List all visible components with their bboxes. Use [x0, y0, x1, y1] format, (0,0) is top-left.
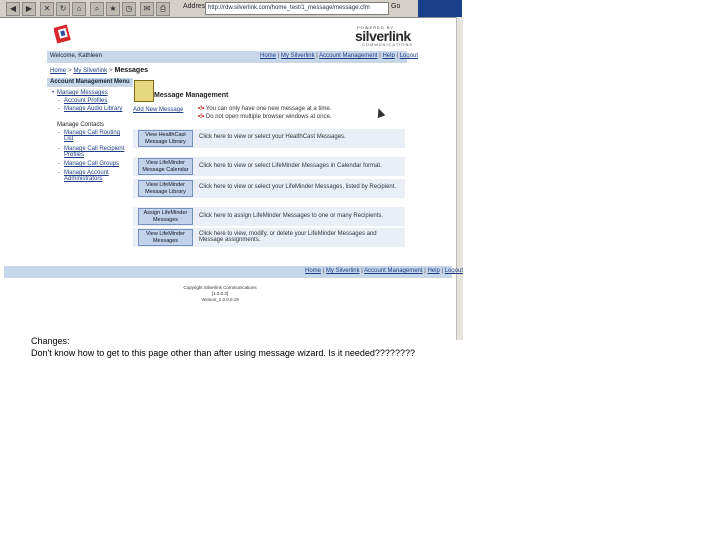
nav-help[interactable]: Help [382, 53, 394, 59]
nav-separator: | [316, 53, 318, 59]
build-number: [1.0.0.3] [211, 291, 229, 296]
sidebar-bullet: - [58, 98, 60, 104]
go-button[interactable]: Go [391, 3, 400, 10]
welcome-text: Welcome, Kathleen [50, 53, 102, 59]
copyright-text: Copyright Silverlink Communications [183, 285, 257, 290]
warning-note: •!• You can only have one new message at… [198, 106, 331, 112]
sidebar-item-call-recipients[interactable]: Manage Call Recipient Profiles [64, 146, 130, 158]
favorites-icon[interactable]: ★ [106, 2, 120, 16]
vertical-scrollbar[interactable] [456, 17, 463, 340]
warning-bullet-icon: •!• [198, 114, 206, 120]
sidebar-heading-contacts: Manage Contacts [57, 122, 105, 128]
row-description: Click here to view or select your LifeMi… [199, 184, 397, 190]
history-icon[interactable]: ◷ [122, 2, 136, 16]
message-folder-icon [134, 80, 154, 102]
breadcrumb-separator: > [109, 68, 113, 74]
footer-nav: Home | My Silverlink | Account Managemen… [305, 268, 463, 274]
nav-separator: | [379, 53, 381, 59]
sidebar-item-account-profiles[interactable]: Account Profiles [64, 98, 107, 104]
sidebar-item-call-routing[interactable]: Manage Call Routing List [64, 130, 130, 142]
nav-account-management[interactable]: Account Management [319, 53, 377, 59]
nav-separator: | [396, 53, 399, 59]
mouse-cursor-icon [374, 106, 386, 119]
footer-nav-my-silverlink[interactable]: My Silverlink [326, 268, 360, 274]
nav-separator: | [441, 268, 444, 274]
breadcrumb-home[interactable]: Home [50, 68, 66, 74]
nav-separator: | [361, 268, 363, 274]
footer-nav-logout[interactable]: Logout [445, 268, 463, 274]
footer-nav-home[interactable]: Home [305, 268, 321, 274]
sidebar-bullet: - [58, 170, 60, 176]
brand-subtitle: COMMUNICATIONS [362, 42, 414, 47]
row-description: Click here to view or select LifeMinder … [199, 163, 382, 169]
sidebar-item-administrators[interactable]: Manage Account Administrators [64, 170, 130, 182]
note-text: Do not open multiple browser windows at … [205, 114, 332, 120]
footer-nav-help[interactable]: Help [427, 268, 439, 274]
changes-note: Don't know how to get to this page other… [31, 348, 415, 358]
view-lifeminder-messages-button[interactable]: View LifeMinder Messages [138, 229, 193, 246]
sidebar-item-call-groups[interactable]: Manage Call Groups [64, 161, 119, 167]
search-icon[interactable]: ⌕ [90, 2, 104, 16]
stop-icon[interactable]: ✕ [40, 2, 54, 16]
row-description: Click here to view or select your Health… [199, 134, 346, 140]
nav-separator: | [424, 268, 426, 274]
company-logo [54, 24, 71, 44]
sidebar-bullet: - [58, 106, 60, 112]
breadcrumb-current: Messages [114, 67, 148, 74]
row-description: Click here to view, modify, or delete yo… [199, 231, 377, 243]
version-text: Version_1.0.0.0.19 [201, 297, 239, 302]
row-description: Click here to assign LifeMinder Messages… [199, 213, 384, 219]
view-lifeminder-library-button[interactable]: View LifeMinder Message Library [138, 180, 193, 197]
sidebar-bullet: • [52, 90, 55, 96]
nav-separator: | [322, 268, 325, 274]
sidebar-title: Account Management Menu [47, 78, 133, 87]
browser-toolbar: ◀ ▶ ✕ ↻ ⌂ ⌕ ★ ◷ ✉ ⎙ Address http://rdw.s… [0, 0, 462, 18]
view-healthcast-library-button[interactable]: View HealthCast Message Library [138, 130, 193, 147]
mail-icon[interactable]: ✉ [140, 2, 154, 16]
changes-label: Changes: [31, 336, 70, 346]
nav-my-silverlink[interactable]: My Silverlink [281, 53, 315, 59]
warning-bullet-icon: •!• [198, 106, 206, 112]
home-icon[interactable]: ⌂ [72, 2, 86, 16]
breadcrumb-my-silverlink[interactable]: My Silverlink [73, 68, 107, 74]
address-input[interactable]: http://rdw.silverlink.com/home_test/1_me… [205, 2, 389, 15]
forward-icon[interactable]: ▶ [22, 2, 36, 16]
warning-note: •!• Do not open multiple browser windows… [198, 114, 332, 120]
nav-home[interactable]: Home [260, 53, 276, 59]
refresh-icon[interactable]: ↻ [56, 2, 70, 16]
back-icon[interactable]: ◀ [6, 2, 20, 16]
assign-lifeminder-button[interactable]: Assign LifeMinder Messages [138, 208, 193, 225]
nav-separator: | [277, 53, 280, 59]
breadcrumb-separator: > [67, 68, 72, 74]
view-lifeminder-calendar-button[interactable]: View LifeMinder Message Calendar [138, 158, 193, 175]
sidebar-heading-messages[interactable]: Manage Messages [57, 90, 108, 96]
breadcrumb: Home > My Silverlink > Messages [50, 67, 148, 74]
sidebar-bullet: - [58, 130, 60, 136]
sidebar-item-audio-library[interactable]: Manage Audio Library [64, 106, 129, 112]
footer-nav-account-management[interactable]: Account Management [364, 268, 422, 274]
nav-logout[interactable]: Logout [400, 53, 418, 59]
sidebar-bullet: - [58, 146, 60, 152]
note-text: You can only have one new message at a t… [205, 106, 332, 112]
top-nav: Home | My Silverlink | Account Managemen… [260, 53, 418, 59]
print-icon[interactable]: ⎙ [156, 2, 170, 16]
sidebar-bullet: - [58, 161, 60, 167]
page-title: Message Management [154, 92, 229, 99]
browser-throbber [418, 0, 462, 17]
add-new-message-link[interactable]: Add New Message [133, 107, 183, 113]
